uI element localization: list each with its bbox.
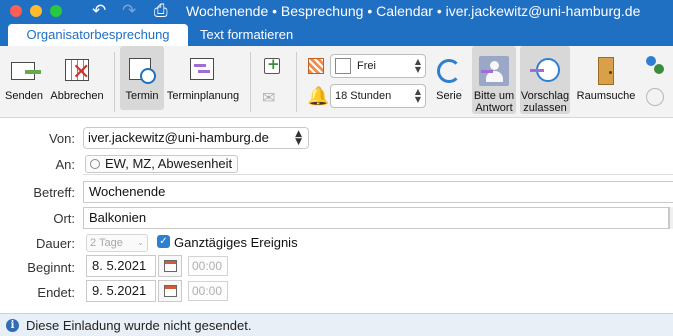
appointment-icon (127, 56, 157, 86)
scheduling-button[interactable]: Terminplanung (164, 46, 242, 110)
zoom-window-button[interactable] (50, 5, 62, 17)
room-finder-button[interactable]: Raumsuche (574, 46, 638, 110)
request-response-label-1: Bitte um (473, 90, 515, 102)
subject-field[interactable]: Wochenende (83, 181, 673, 203)
send-icon (9, 56, 41, 86)
ribbon-divider (250, 52, 251, 112)
location-scrollbar[interactable] (669, 207, 673, 229)
ribbon-divider (296, 52, 297, 112)
from-select[interactable]: iver.jackewitz@uni-hamburg.de ▲ ▼ (83, 127, 309, 149)
show-as-icon (308, 58, 324, 74)
scheduling-label: Terminplanung (166, 90, 240, 102)
to-label: An: (55, 157, 75, 172)
reminder-bell-icon: 🔔 (307, 86, 330, 107)
room-finder-label: Raumsuche (576, 90, 636, 102)
recurrence-icon (434, 56, 464, 86)
end-date-field[interactable]: 9. 5.2021 (86, 280, 156, 302)
status-message: Diese Einladung wurde nicht gesendet. (26, 318, 252, 333)
info-icon: i (6, 319, 19, 332)
subject-label: Betreff: (33, 185, 75, 200)
start-date-field[interactable]: 8. 5.2021 (86, 255, 156, 277)
add-attachment-icon[interactable]: + (262, 55, 282, 76)
series-label: Serie (436, 90, 462, 102)
duration-select[interactable]: 2 Tage ⌄ (86, 234, 148, 252)
chevron-down-icon: ⌄ (137, 238, 144, 247)
duration-label: Dauer: (35, 236, 75, 251)
end-date-picker-button[interactable] (158, 280, 182, 302)
presence-icon (90, 159, 100, 169)
minimize-window-button[interactable] (30, 5, 42, 17)
end-label: Endet: (37, 285, 75, 300)
show-as-value: Frei (357, 60, 376, 72)
stepper-icon: ▲ ▼ (414, 87, 421, 104)
duration-value: 2 Tage (90, 237, 123, 249)
forward-icon[interactable]: ✉ (262, 88, 282, 108)
calendar-icon (164, 260, 177, 272)
all-day-checkbox[interactable]: ✓ (157, 235, 170, 248)
free-swatch-icon (335, 58, 351, 75)
send-label: Senden (5, 90, 43, 102)
ribbon: Senden ✕ Abbrechen Termin Terminplanung … (0, 46, 673, 118)
appointment-label: Termin (125, 90, 159, 102)
chevron-updown-icon: ▲ ▼ (295, 129, 302, 147)
propose-label-2: zulassen (523, 102, 567, 114)
cancel-meeting-icon: ✕ (62, 56, 92, 86)
all-day-label: Ganztägiges Ereignis (174, 235, 298, 250)
series-button[interactable]: Serie (430, 46, 468, 110)
cancel-label: Abbrechen (50, 90, 104, 102)
print-icon[interactable]: ⎙ (154, 2, 168, 20)
start-label: Beginnt: (27, 260, 75, 275)
reminder-value: 18 Stunden (335, 90, 392, 102)
redo-icon[interactable]: ↷ (122, 2, 136, 20)
send-button[interactable]: Senden (2, 46, 46, 110)
start-date-picker-button[interactable] (158, 255, 182, 277)
cancel-button[interactable]: ✕ Abbrechen (48, 46, 106, 110)
undo-icon[interactable]: ↶ (92, 2, 106, 20)
from-label: Von: (48, 131, 75, 146)
propose-label-1: Vorschlag (520, 90, 570, 102)
ribbon-divider (114, 52, 115, 112)
window-title: Wochenende • Besprechung • Calendar • iv… (186, 3, 641, 19)
tab-organisatorbesprechung[interactable]: Organisatorbesprechung (8, 24, 188, 46)
request-response-icon (479, 56, 509, 86)
reminder-select[interactable]: 18 Stunden ▲ ▼ (330, 84, 426, 108)
show-as-select[interactable]: Frei ▲ ▼ (330, 54, 426, 78)
timezone-icon[interactable] (646, 88, 664, 106)
scheduling-icon (188, 56, 218, 86)
tab-text-formatieren[interactable]: Text formatieren (200, 24, 293, 46)
request-response-button[interactable]: Bitte um Antwort (472, 46, 516, 114)
appointment-button[interactable]: Termin (120, 46, 164, 110)
recipient-chip[interactable]: EW, MZ, Abwesenheit (85, 155, 239, 173)
title-bar: ↶ ↷ ⎙ Wochenende • Besprechung • Calenda… (0, 0, 673, 46)
allow-proposals-button[interactable]: Vorschlag zulassen (520, 46, 570, 114)
door-icon (591, 56, 621, 86)
stepper-icon: ▲ ▼ (414, 57, 421, 74)
close-window-button[interactable] (10, 5, 22, 17)
request-response-label-2: Antwort (475, 102, 513, 114)
propose-time-icon (530, 56, 560, 86)
start-time-field[interactable]: 00:00 (188, 256, 228, 276)
end-time-field[interactable]: 00:00 (188, 281, 228, 301)
from-value: iver.jackewitz@uni-hamburg.de (88, 130, 269, 145)
location-label: Ort: (53, 211, 75, 226)
recipient-chip-text: EW, MZ, Abwesenheit (105, 156, 233, 171)
info-bar: i Diese Einladung wurde nicht gesendet. (0, 313, 673, 336)
location-field[interactable]: Balkonien (83, 207, 669, 229)
calendar-icon (164, 285, 177, 297)
